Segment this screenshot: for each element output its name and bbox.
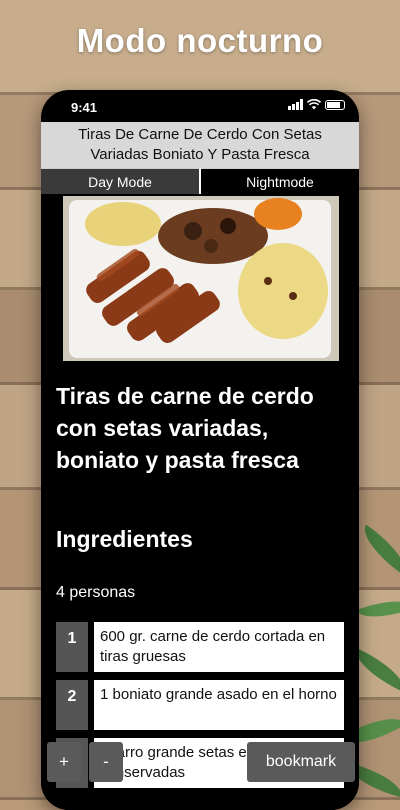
font-decrease-button[interactable]: - bbox=[89, 742, 123, 782]
tab-day-mode[interactable]: Day Mode bbox=[41, 168, 201, 194]
ingredient-number: 2 bbox=[56, 680, 88, 730]
ingredient-text: 600 gr. carne de cerdo cortada en tiras … bbox=[92, 622, 344, 672]
phone-notch bbox=[127, 90, 273, 112]
list-item: 1 600 gr. carne de cerdo cortada en tira… bbox=[56, 622, 344, 672]
recipe-title: Tiras de carne de cerdo con setas variad… bbox=[56, 383, 314, 473]
mode-tabs: Day Mode Nightmode bbox=[41, 168, 359, 194]
recipe-content[interactable]: Tiras de carne de cerdo con setas variad… bbox=[41, 194, 359, 810]
battery-icon bbox=[325, 99, 345, 110]
font-increase-button[interactable]: + bbox=[47, 742, 81, 782]
status-time: 9:41 bbox=[71, 100, 98, 115]
status-icons bbox=[288, 99, 345, 110]
bookmark-button[interactable]: bookmark bbox=[247, 742, 355, 782]
bottom-controls: + - bookmark bbox=[41, 742, 359, 786]
recipe-photo bbox=[63, 196, 339, 361]
ingredient-text: 1 boniato grande asado en el horno bbox=[92, 680, 344, 730]
signal-icon bbox=[288, 99, 303, 110]
tab-night-mode[interactable]: Nightmode bbox=[201, 168, 359, 194]
ingredient-number: 1 bbox=[56, 622, 88, 672]
wifi-icon bbox=[307, 99, 321, 110]
promo-title: Modo nocturno bbox=[76, 22, 324, 59]
servings-text: 4 personas bbox=[56, 584, 136, 601]
phone-frame: 9:41 Tiras De Carne De Cerdo Con Setas V… bbox=[41, 90, 359, 810]
recipe-header-title: Tiras De Carne De Cerdo Con Setas Variad… bbox=[41, 122, 359, 168]
ingredients-heading: Ingredientes bbox=[56, 526, 193, 552]
list-item: 2 1 boniato grande asado en el horno bbox=[56, 680, 344, 730]
